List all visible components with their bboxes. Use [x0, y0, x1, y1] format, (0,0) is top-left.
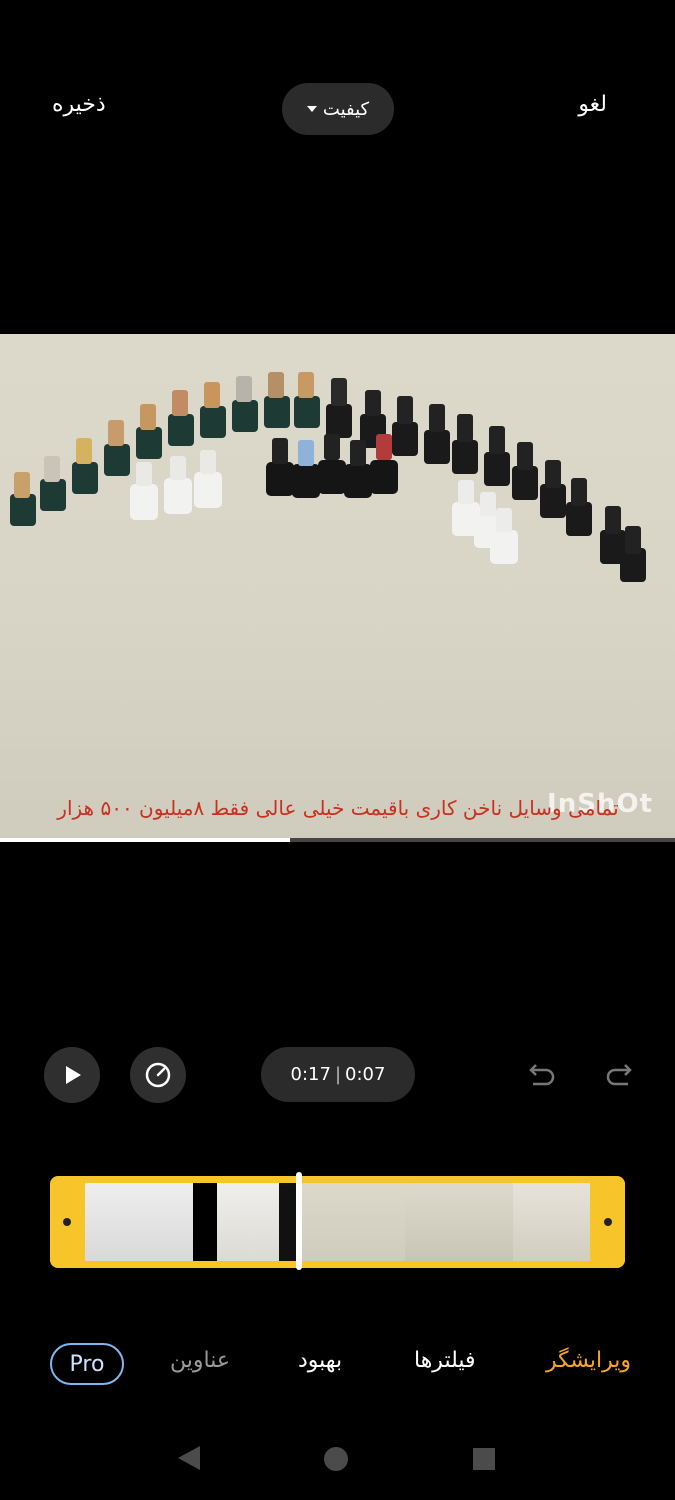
trim-handle-right[interactable] [604, 1218, 612, 1226]
preview-progress-bar[interactable] [0, 838, 675, 842]
tab-titles[interactable]: عناوین [170, 1348, 230, 1373]
frame-thumbnail [217, 1183, 279, 1261]
trim-handle-left[interactable] [63, 1218, 71, 1226]
frame-thumbnail [297, 1183, 405, 1261]
total-time: 0:07 [345, 1064, 386, 1085]
home-nav-icon[interactable] [324, 1447, 348, 1471]
preview-progress-fill [0, 838, 291, 842]
tab-enhance[interactable]: بهبود [298, 1348, 342, 1373]
redo-icon[interactable] [603, 1058, 637, 1092]
frame-thumbnail [193, 1183, 217, 1261]
frame-thumbnail [513, 1183, 590, 1261]
time-display: 0:17 | 0:07 [261, 1047, 415, 1102]
timeline-strip[interactable] [50, 1176, 625, 1268]
tab-filters[interactable]: فیلترها [414, 1348, 476, 1373]
cancel-button[interactable]: لغو [578, 92, 607, 117]
bottle-white-left [130, 450, 222, 520]
play-button[interactable] [44, 1047, 100, 1103]
pro-button[interactable]: Pro [50, 1343, 124, 1385]
undo-icon[interactable] [524, 1058, 558, 1092]
time-separator: | [334, 1064, 342, 1085]
save-button[interactable]: ذخیره [52, 92, 106, 117]
chevron-down-icon [306, 106, 317, 112]
back-nav-icon[interactable] [178, 1446, 200, 1470]
bottle-center-black [266, 434, 398, 498]
frame-thumbnail [279, 1183, 297, 1261]
timeline-frames [85, 1183, 590, 1261]
video-caption: تمامی وسایل ناخن کاری باقیمت خیلی عالی ف… [57, 796, 619, 820]
current-time: 0:17 [290, 1064, 331, 1085]
speed-gauge-icon [145, 1062, 171, 1088]
play-icon [66, 1066, 81, 1084]
recents-nav-icon[interactable] [473, 1448, 495, 1470]
tab-editor[interactable]: ویرایشگر [546, 1348, 631, 1373]
frame-thumbnail [85, 1183, 193, 1261]
speed-button[interactable] [130, 1047, 186, 1103]
bottle-white-right [452, 480, 518, 564]
frame-thumbnail [405, 1183, 513, 1261]
quality-label: کیفیت [322, 98, 370, 120]
video-preview[interactable]: InShOt تمامی وسایل ناخن کاری باقیمت خیلی… [0, 334, 675, 841]
quality-dropdown[interactable]: کیفیت [282, 83, 394, 135]
preview-image [10, 372, 646, 582]
timeline-playhead[interactable] [296, 1172, 302, 1270]
